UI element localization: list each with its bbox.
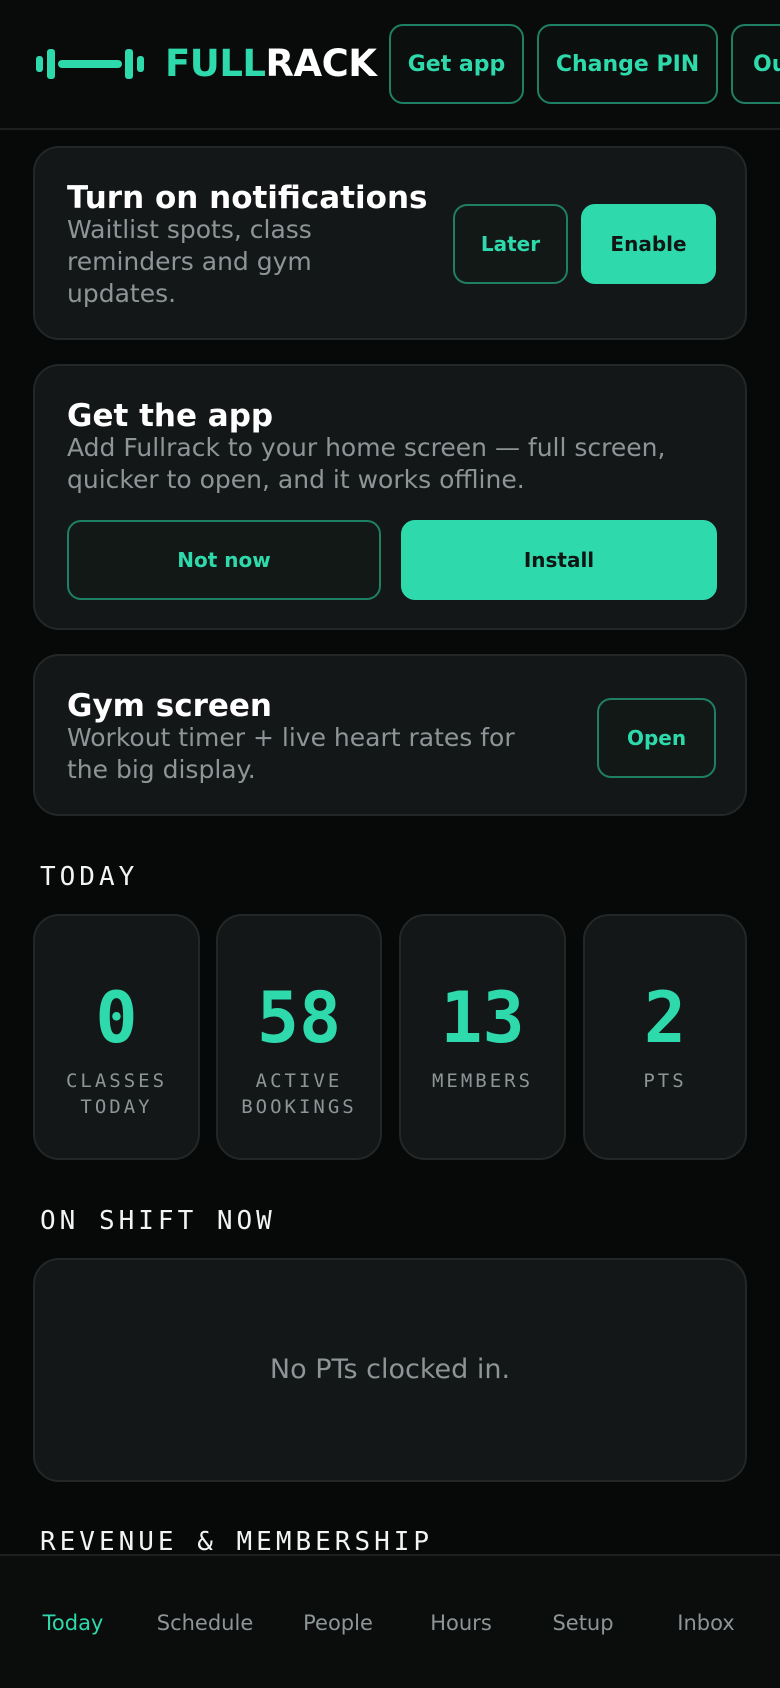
get-app-button[interactable]: Get app <box>389 24 524 104</box>
gym-screen-title: Gym screen <box>67 688 272 724</box>
stat-label: PTS <box>643 1070 687 1092</box>
stat-value: 58 <box>256 977 342 1059</box>
later-button[interactable]: Later <box>453 204 568 284</box>
no-pts-message: No PTs clocked in. <box>269 1354 511 1385</box>
today-section-label: TODAY <box>40 862 139 892</box>
brand-logo-text: FULLRACK <box>165 40 377 88</box>
brand-part-full: FULL <box>165 42 266 85</box>
change-pin-button[interactable]: Change PIN <box>537 24 718 104</box>
stat-value: 13 <box>440 977 525 1059</box>
on-shift-section-label: ON SHIFT NOW <box>40 1206 276 1236</box>
stat-card-classes-today[interactable]: 0 CLASSES TODAY <box>33 914 200 1160</box>
enable-notifications-button[interactable]: Enable <box>581 204 716 284</box>
bottom-nav: Today Schedule People Hours Setup Inbox <box>0 1554 780 1688</box>
nav-item-inbox[interactable]: Inbox <box>664 1606 748 1640</box>
open-gym-screen-button[interactable]: Open <box>597 698 716 778</box>
stat-label: MEMBERS <box>431 1070 534 1092</box>
gym-screen-description: Workout timer + live heart rates for the… <box>67 723 515 784</box>
notifications-title: Turn on notifications <box>67 180 428 216</box>
nav-item-hours[interactable]: Hours <box>414 1606 508 1640</box>
dashboard-page: FULLRACK Get app Change PIN Out Turn on … <box>0 0 780 1688</box>
barbell-icon <box>36 38 144 90</box>
get-app-title: Get the app <box>67 398 274 434</box>
on-shift-card: No PTs clocked in. <box>33 1258 747 1482</box>
nav-item-people[interactable]: People <box>288 1606 388 1640</box>
stat-card-pts[interactable]: 2 PTS <box>583 914 747 1160</box>
install-button[interactable]: Install <box>401 520 717 600</box>
top-header: FULLRACK Get app Change PIN Out <box>0 0 780 130</box>
stat-card-active-bookings[interactable]: 58 ACTIVE BOOKINGS <box>216 914 382 1160</box>
not-now-button[interactable]: Not now <box>67 520 381 600</box>
notifications-description: Waitlist spots, class reminders and gym … <box>67 215 312 308</box>
get-app-description: Add Fullrack to your home screen — full … <box>67 433 666 494</box>
notifications-card: Turn on notifications Waitlist spots, cl… <box>33 146 747 340</box>
nav-item-setup[interactable]: Setup <box>538 1606 628 1640</box>
logout-button[interactable]: Out <box>731 24 780 104</box>
gym-screen-card: Gym screen Workout timer + live heart ra… <box>33 654 747 816</box>
stat-card-members[interactable]: 13 MEMBERS <box>399 914 566 1160</box>
nav-item-schedule[interactable]: Schedule <box>140 1606 270 1640</box>
nav-item-today[interactable]: Today <box>30 1606 116 1640</box>
brand-part-rack: RACK <box>265 42 377 85</box>
stat-label: CLASSES TODAY <box>65 1070 168 1118</box>
get-app-card: Get the app Add Fullrack to your home sc… <box>33 364 747 630</box>
stat-value: 2 <box>643 977 687 1059</box>
stat-value: 0 <box>95 977 138 1059</box>
stat-label: ACTIVE BOOKINGS <box>241 1070 357 1118</box>
